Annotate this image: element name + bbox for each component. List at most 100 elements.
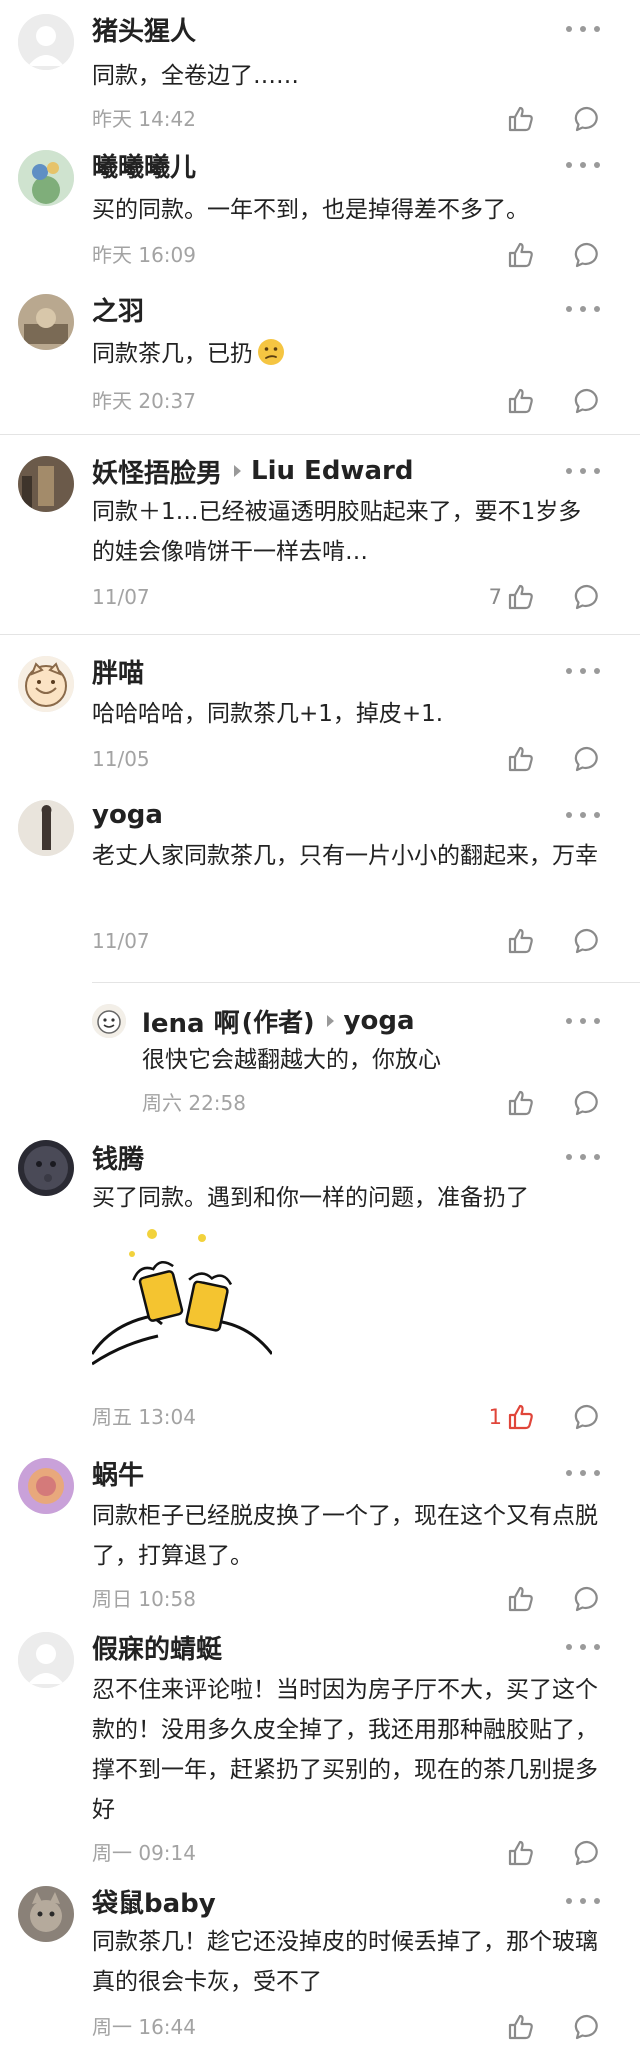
speech-bubble-icon[interactable] [572,582,602,612]
avatar[interactable] [18,456,74,512]
like-button[interactable] [502,102,536,136]
more-icon[interactable] [566,1896,600,1906]
speech-bubble-icon[interactable] [572,926,602,956]
username[interactable]: lena 啊 [142,1003,240,1040]
avatar[interactable] [18,1886,74,1942]
thumbs-up-icon [508,928,533,954]
comment-text: 同款柜子已经脱皮换了一个了，现在这个又有点脱了，打算退了。 [92,1503,598,1569]
speech-bubble-icon[interactable] [572,2012,602,2042]
thumbs-up-icon [508,106,533,132]
speech-bubble-icon[interactable] [572,240,602,270]
like-button[interactable] [502,2010,536,2044]
more-icon[interactable] [566,160,600,170]
username[interactable]: 之羽 [92,291,144,328]
thumbs-up-icon [508,746,533,772]
name-row: 袋鼠baby [92,1886,216,1919]
name-row: 假寐的蜻蜓 [92,1632,222,1665]
avatar[interactable] [18,14,74,70]
comment-text: 哈哈哈哈，同款茶几+1，掉皮+1. [92,701,444,727]
speech-bubble-icon[interactable] [572,386,602,416]
confused-face-icon [258,339,284,365]
comment-time: 昨天 16:09 [92,243,196,267]
like-count: 7 [488,585,502,609]
name-row: 之羽 [92,294,144,327]
reply-target[interactable]: Liu Edward [251,456,413,486]
cheers-beer-sticker [92,1229,272,1366]
username[interactable]: 蜗牛 [92,1455,144,1492]
speech-bubble-icon[interactable] [572,1088,602,1118]
name-row: lena 啊 (作者) yoga [142,1006,415,1039]
avatar[interactable] [18,1140,74,1196]
username[interactable]: 猪头猩人 [92,11,196,48]
comment-time: 昨天 20:37 [92,389,196,413]
comment-feed: 猪头猩人 同款，全卷边了…… 昨天 14:42 曦曦曦儿 买的同款。一年不到，也… [0,0,640,2061]
username[interactable]: 钱腾 [92,1139,144,1176]
name-row: 曦曦曦儿 [92,150,196,183]
thumbs-up-icon [508,2014,533,2040]
more-icon[interactable] [566,1468,600,1478]
comment-text: 同款＋1…已经被逼透明胶贴起来了，要不1岁多的娃会像啃饼干一样去啃… [92,499,582,565]
comment-text-wrap: 同款茶几，已扔 [92,334,602,374]
comment-time: 周一 09:14 [92,1841,196,1865]
comment-time: 周日 10:58 [92,1587,196,1611]
speech-bubble-icon[interactable] [572,744,602,774]
comment-time: 11/07 [92,585,150,609]
speech-bubble-icon[interactable] [572,1838,602,1868]
divider [0,634,640,635]
speech-bubble-icon[interactable] [572,104,602,134]
comment-text: 同款茶几，已扔 [92,341,253,367]
avatar[interactable] [18,150,74,206]
comment-text: 买了同款。遇到和你一样的问题，准备扔了 [92,1185,529,1211]
name-row: yoga [92,800,163,830]
comment-time: 昨天 14:42 [92,107,196,131]
comment-text: 老丈人家同款茶几，只有一片小小的翻起来，万幸 [92,843,598,869]
like-button[interactable] [502,238,536,272]
more-icon[interactable] [566,810,600,820]
comment-time: 周六 22:58 [142,1091,246,1115]
more-icon[interactable] [566,466,600,476]
avatar[interactable] [18,656,74,712]
name-row: 猪头猩人 [92,14,196,47]
more-icon[interactable] [566,1016,600,1026]
author-tag: (作者) [241,1008,315,1037]
more-icon[interactable] [566,666,600,676]
more-icon[interactable] [566,304,600,314]
more-icon[interactable] [566,1152,600,1162]
thumbs-up-icon [508,1404,533,1430]
thumbs-up-icon [508,584,533,610]
username[interactable]: 胖喵 [92,653,144,690]
avatar[interactable] [18,294,74,350]
avatar[interactable] [18,1458,74,1514]
like-button[interactable] [502,1086,536,1120]
avatar[interactable] [18,1632,74,1688]
thumbs-up-icon [508,388,533,414]
comment-time: 11/07 [92,929,150,953]
comment-text: 同款，全卷边了…… [92,63,299,89]
like-button[interactable]: 1 [489,1400,536,1434]
avatar[interactable] [92,1004,126,1038]
thumbs-up-icon [508,242,533,268]
username[interactable]: 妖怪捂脸男 [92,453,222,490]
like-button[interactable] [502,1582,536,1616]
name-row: 妖怪捂脸男 Liu Edward [92,456,413,489]
thumbs-up-icon [508,1090,533,1116]
thumbs-up-icon [508,1840,533,1866]
avatar[interactable] [18,800,74,856]
like-button[interactable] [502,384,536,418]
like-button[interactable] [502,742,536,776]
username[interactable]: 曦曦曦儿 [92,147,196,184]
comment-text: 忍不住来评论啦！当时因为房子厅不大，买了这个款的！没用多久皮全掉了，我还用那种融… [92,1677,598,1823]
username[interactable]: 袋鼠baby [92,1883,216,1920]
username[interactable]: yoga [92,800,163,830]
username[interactable]: 假寐的蜻蜓 [92,1629,222,1666]
like-button[interactable] [502,1836,536,1870]
speech-bubble-icon[interactable] [572,1402,602,1432]
comment-time: 11/05 [92,747,150,771]
like-button[interactable]: 7 [489,580,536,614]
reply-target[interactable]: yoga [344,1006,415,1036]
more-icon[interactable] [566,24,600,34]
more-icon[interactable] [566,1642,600,1652]
name-row: 钱腾 [92,1142,144,1175]
like-button[interactable] [502,924,536,958]
speech-bubble-icon[interactable] [572,1584,602,1614]
